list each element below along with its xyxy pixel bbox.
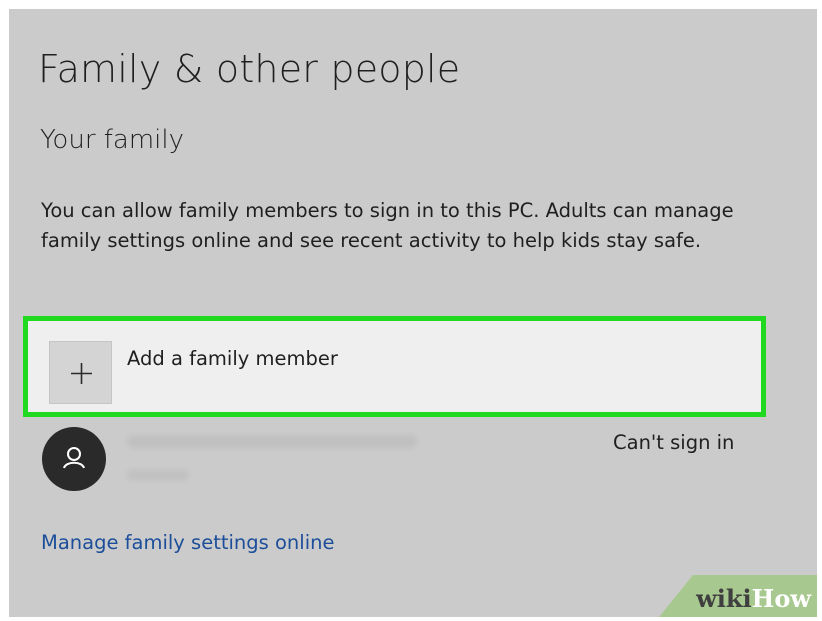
member-name-redacted xyxy=(127,435,417,448)
avatar[interactable] xyxy=(42,427,106,491)
member-detail-redacted xyxy=(127,470,189,480)
add-family-member-highlight[interactable]: Add a family member xyxy=(23,316,766,417)
settings-panel: Family & other people Your family You ca… xyxy=(9,9,817,617)
plus-icon xyxy=(71,363,92,384)
add-family-member-label[interactable]: Add a family member xyxy=(127,347,338,370)
member-status: Can't sign in xyxy=(613,431,735,454)
family-description: You can allow family members to sign in … xyxy=(41,199,734,252)
watermark-text: wikiHow xyxy=(696,584,811,613)
manage-family-settings-link[interactable]: Manage family settings online xyxy=(41,531,334,554)
section-title-your-family: Your family xyxy=(40,125,185,155)
add-family-member-button[interactable] xyxy=(49,341,112,404)
person-icon xyxy=(63,447,85,469)
page-title: Family & other people xyxy=(38,47,461,91)
